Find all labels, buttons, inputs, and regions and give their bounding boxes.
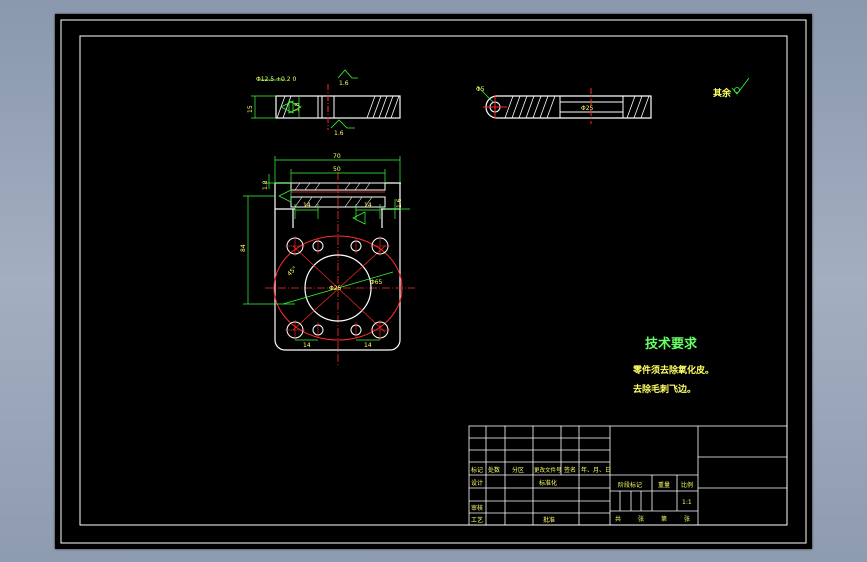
- top-view-roughness-bottom: 1.6: [334, 130, 344, 137]
- front-spacing-2: 14: [364, 202, 372, 209]
- tech-line-1: 零件须去除氧化皮。: [632, 364, 714, 376]
- tb-sheet-no: 第: [661, 515, 667, 523]
- top-view-diameter: Φ12.5 +0.2 0: [256, 76, 296, 83]
- front-top-thickness: 1.8: [262, 180, 269, 190]
- front-angle: 45°: [286, 265, 298, 277]
- tb-review: 审核: [471, 504, 483, 512]
- side-view: Φ25 Φ5: [476, 85, 652, 124]
- other-roughness: 其余: [713, 77, 750, 99]
- tb-sheet-unit2: 张: [684, 515, 690, 523]
- tb-scale: 比例: [681, 481, 693, 489]
- cad-viewport[interactable]: Φ12.5 +0.2 0 15 1.8 1.6 1.6 Φ25 Φ5 其余 70…: [55, 14, 812, 549]
- tb-date: 年、月、日: [581, 466, 611, 474]
- inner-frame: [79, 35, 788, 526]
- side-view-diameter: Φ25: [581, 105, 594, 112]
- tb-standard: 标准化: [539, 479, 557, 487]
- tb-design: 设计: [471, 479, 483, 487]
- cad-drawing-canvas: Φ12.5 +0.2 0 15 1.8 1.6 1.6 Φ25 Φ5 其余 70…: [60, 19, 807, 544]
- front-inner-width: 50: [333, 166, 341, 173]
- tb-stage: 阶段标记: [618, 481, 642, 489]
- front-overall-width: 70: [333, 153, 341, 160]
- front-inner-circle-label: Φ25: [329, 285, 342, 292]
- tech-line-2: 去除毛刺飞边。: [633, 383, 696, 395]
- tech-requirements: 技术要求 零件须去除氧化皮。 去除毛刺飞边。: [632, 336, 714, 395]
- side-view-hatch: [504, 95, 650, 119]
- top-view-thickness: 15: [247, 105, 254, 113]
- front-spacing-1: 14: [303, 202, 311, 209]
- tb-process: 工艺: [471, 516, 483, 524]
- tb-weight: 重量: [658, 481, 670, 489]
- tb-change-doc: 更改文件号: [534, 466, 562, 474]
- side-view-hole-label: Φ5: [476, 86, 485, 93]
- front-side-roughness: 1.6: [396, 198, 403, 208]
- tb-mark: 标记: [471, 466, 483, 474]
- tb-sheet-total: 共: [615, 515, 621, 523]
- front-height: 84: [240, 244, 247, 252]
- top-view-roughness-top: 1.6: [339, 80, 349, 87]
- front-spacing-3: 14: [303, 342, 311, 349]
- top-view-depth: 1.8: [294, 102, 301, 112]
- tb-count: 处数: [488, 466, 500, 474]
- front-view: 70 50 84 1.8 1.6 45° Φ65 Φ25 14 14 14 14: [240, 153, 415, 366]
- other-roughness-label: 其余: [713, 87, 732, 99]
- tb-sign: 签名: [564, 466, 576, 474]
- front-spacing-4: 14: [364, 342, 372, 349]
- title-block: [468, 425, 788, 526]
- tb-zone: 分区: [512, 466, 524, 474]
- tech-title: 技术要求: [645, 336, 698, 352]
- front-circle-label: Φ65: [370, 279, 383, 286]
- side-view-body: [485, 95, 652, 119]
- outer-frame: [60, 19, 807, 544]
- top-view: Φ12.5 +0.2 0 15 1.8 1.6 1.6: [247, 69, 401, 137]
- tb-approve: 批准: [543, 516, 555, 524]
- tb-sheet-unit1: 张: [638, 515, 644, 523]
- tb-scale-value: 1:1: [682, 499, 692, 506]
